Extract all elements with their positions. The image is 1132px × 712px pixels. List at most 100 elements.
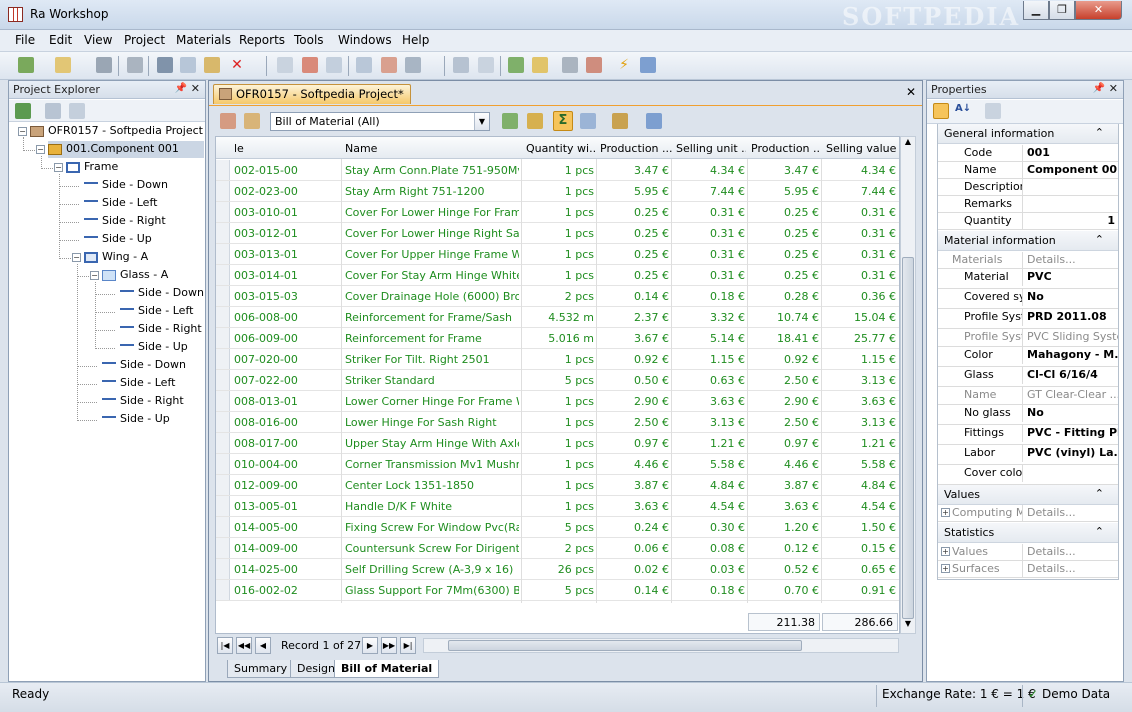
property-row[interactable]: Remarks: [938, 196, 1118, 213]
column-header[interactable]: Production ...: [751, 142, 821, 155]
collapse-icon[interactable]: ⌃: [1095, 233, 1104, 246]
grid-vertical-scrollbar[interactable]: ▲ ▼: [900, 136, 916, 634]
print-icon[interactable]: [405, 57, 421, 73]
export-icon[interactable]: [586, 57, 602, 73]
property-value[interactable]: Details...: [1024, 505, 1118, 522]
pin-icon[interactable]: 📌: [175, 83, 187, 94]
tree-view-icon[interactable]: [69, 103, 85, 119]
tree-item-glass[interactable]: Glass - A: [102, 267, 168, 284]
close-document-icon[interactable]: ✕: [906, 85, 916, 99]
property-value[interactable]: PVC Sliding System: [1024, 329, 1118, 346]
filter-icon[interactable]: [244, 113, 260, 129]
paste-icon[interactable]: [204, 57, 220, 73]
table-row[interactable]: 014-005-00 Fixing Screw For Window Pvc(Ra…: [216, 517, 899, 538]
tree-item-side[interactable]: Side - Right: [84, 213, 166, 230]
table-row[interactable]: 013-005-01 Handle D/K F White 1 pcs 3.63 € 4…: [216, 496, 899, 517]
column-header[interactable]: Name: [345, 142, 520, 155]
edit-icon[interactable]: [326, 57, 342, 73]
row-indicator[interactable]: [216, 307, 230, 327]
tree-item-side[interactable]: Side - Left: [120, 303, 193, 320]
maximize-button[interactable]: ❐: [1049, 1, 1075, 20]
property-value[interactable]: No: [1024, 289, 1118, 306]
property-value[interactable]: Details...: [1024, 544, 1118, 561]
close-panel-icon[interactable]: ✕: [1109, 82, 1118, 95]
table-row[interactable]: 007-022-00 Striker Standard 5 pcs 0.50 € 0.6…: [216, 370, 899, 391]
property-row[interactable]: Description: [938, 179, 1118, 196]
add-item-icon[interactable]: [532, 57, 548, 73]
tree-item-side[interactable]: Side - Down: [102, 357, 186, 374]
tree-collapse-toggle[interactable]: −: [72, 253, 81, 262]
menu-project[interactable]: Project: [124, 33, 165, 47]
menu-view[interactable]: View: [84, 33, 112, 47]
tab-bill-of-material[interactable]: Bill of Material: [334, 660, 440, 678]
open-icon[interactable]: [55, 57, 71, 73]
property-value[interactable]: Mahagony - M...: [1024, 347, 1118, 364]
delete-icon[interactable]: ✕: [229, 57, 245, 73]
report-icon[interactable]: [381, 57, 397, 73]
menu-reports[interactable]: Reports: [239, 33, 285, 47]
tree-item-side[interactable]: Side - Up: [102, 411, 170, 428]
pin-icon[interactable]: 📌: [1093, 83, 1105, 94]
category-general[interactable]: General information ⌃: [938, 124, 1118, 144]
property-row[interactable]: +Computing MoDetails...: [938, 505, 1118, 522]
next-page-icon[interactable]: ▶▶: [381, 637, 397, 654]
property-value[interactable]: PVC: [1024, 269, 1118, 286]
tree-item-side[interactable]: Side - Right: [120, 321, 202, 338]
chevron-down-icon[interactable]: ▼: [474, 113, 489, 130]
row-indicator[interactable]: [216, 412, 230, 432]
tree-item-side[interactable]: Side - Up: [120, 339, 188, 356]
table-row[interactable]: 014-009-00 Countersunk Screw For Dirigent…: [216, 538, 899, 559]
table-row[interactable]: 003-013-01 Cover For Upper Hinge Frame W.…: [216, 244, 899, 265]
tree-collapse-toggle[interactable]: −: [54, 163, 63, 172]
property-row[interactable]: Glass Cl-Cl 6/16/4: [938, 367, 1118, 387]
tools-icon[interactable]: [562, 57, 578, 73]
row-indicator[interactable]: [216, 559, 230, 579]
document-tab[interactable]: OFR0157 - Softpedia Project*: [213, 84, 411, 104]
new-icon[interactable]: [18, 57, 34, 73]
tree-collapse-toggle[interactable]: −: [36, 145, 45, 154]
table-row[interactable]: 008-016-00 Lower Hinge For Sash Right 1 pc…: [216, 412, 899, 433]
table-row[interactable]: 014-025-00 Self Drilling Screw (A-3,9 x 1…: [216, 559, 899, 580]
next-record-icon[interactable]: ▶: [362, 637, 378, 654]
row-indicator[interactable]: [216, 538, 230, 558]
row-indicator[interactable]: [216, 517, 230, 537]
first-record-icon[interactable]: |◀: [217, 637, 233, 654]
list-view-icon[interactable]: [45, 103, 61, 119]
remove-icon[interactable]: [302, 57, 318, 73]
copy-icon[interactable]: [180, 57, 196, 73]
tree-item-side[interactable]: Side - Down: [84, 177, 168, 194]
preview-icon[interactable]: [356, 57, 372, 73]
property-value[interactable]: [1024, 179, 1118, 196]
property-value[interactable]: Details...: [1024, 561, 1118, 578]
sum-icon[interactable]: Σ: [553, 111, 573, 131]
row-indicator[interactable]: [216, 349, 230, 369]
row-indicator[interactable]: [216, 433, 230, 453]
scroll-down-icon[interactable]: ▼: [901, 619, 915, 633]
menu-tools[interactable]: Tools: [294, 33, 324, 47]
column-header[interactable]: Selling unit ...: [676, 142, 746, 155]
row-indicator[interactable]: [216, 202, 230, 222]
save-all-icon[interactable]: [127, 57, 143, 73]
collapse-icon[interactable]: ⌃: [1095, 525, 1104, 538]
menu-edit[interactable]: Edit: [49, 33, 72, 47]
property-value[interactable]: PVC (vinyl) La...: [1024, 445, 1118, 462]
tree-item-wing[interactable]: Wing - A: [84, 249, 148, 266]
tree-item-component[interactable]: 001.Component 001: [48, 141, 204, 158]
collapse-icon[interactable]: ⌃: [1095, 126, 1104, 139]
grid-horizontal-scrollbar[interactable]: [423, 638, 899, 653]
row-indicator[interactable]: [216, 580, 230, 600]
bom-view-select[interactable]: Bill of Material (All) ▼: [270, 112, 490, 131]
hscroll-thumb[interactable]: [448, 640, 802, 651]
property-value[interactable]: Component 001: [1024, 162, 1118, 179]
scroll-up-icon[interactable]: ▲: [901, 137, 915, 151]
property-row[interactable]: Name Component 001: [938, 162, 1118, 179]
table-row[interactable]: 002-023-00 Stay Arm Right 751-1200 1 pcs 5.…: [216, 181, 899, 202]
property-row[interactable]: Color Mahagony - M...: [938, 347, 1118, 367]
table-row[interactable]: 016-002-02 Glass Support For 7Mm(6300) Bl…: [216, 580, 899, 601]
sort-alphabetical-icon[interactable]: A↓: [955, 103, 971, 119]
property-value[interactable]: PRD 2011.08: [1024, 309, 1118, 326]
lightning-icon[interactable]: ⚡: [616, 57, 632, 73]
property-row[interactable]: Profile SystePRD 2011.08: [938, 309, 1118, 329]
property-row[interactable]: FittingsPVC - Fitting Pl...: [938, 425, 1118, 445]
property-row[interactable]: Materials Details...: [938, 252, 1118, 269]
